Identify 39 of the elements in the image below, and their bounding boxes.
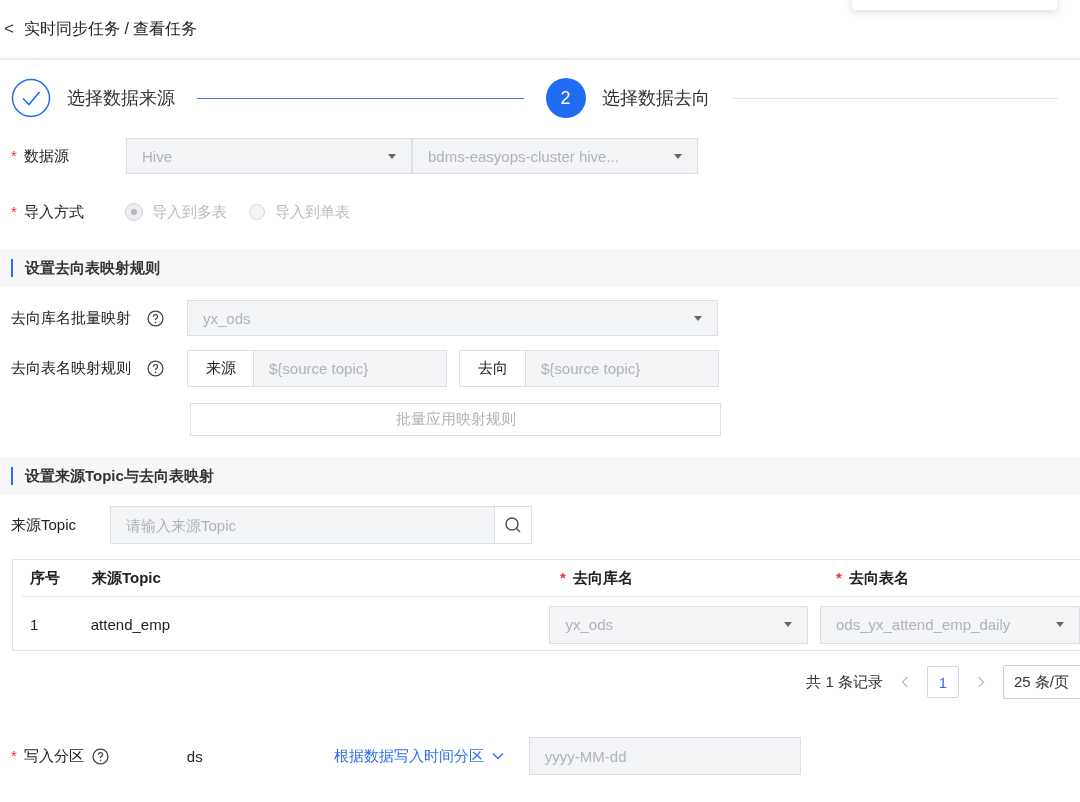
- help-icon: [91, 747, 109, 765]
- page-button[interactable]: 1: [926, 666, 959, 698]
- step-number: 2: [545, 78, 586, 118]
- database-select[interactable]: yx_ods: [549, 605, 809, 644]
- chevron-down-icon: [491, 752, 504, 760]
- total-count: 共 1 条记录: [806, 672, 883, 692]
- apply-rules-button[interactable]: 批量应用映射规则: [190, 402, 721, 436]
- page-size-select[interactable]: 25 条/页: [1002, 665, 1080, 699]
- partition-mode-dropdown[interactable]: 根据数据写入时间分区: [333, 746, 504, 766]
- field-label: 来源Topic: [10, 515, 78, 535]
- column-header: * 去向库名: [560, 568, 634, 588]
- field-label: 去向表名映射规则: [10, 358, 132, 378]
- chevron-right-icon: [976, 676, 985, 688]
- help-icon: [147, 309, 164, 327]
- step-label: 选择数据来源: [67, 87, 175, 110]
- column-header: 来源Topic: [92, 568, 162, 588]
- table-cell-text: 1: [29, 616, 40, 633]
- field-label: * 数据源: [10, 146, 70, 166]
- search-icon: [504, 516, 522, 534]
- field-label: * 导入方式: [10, 202, 85, 222]
- database-select[interactable]: yx_ods: [187, 300, 718, 336]
- column-header: * 去向表名: [836, 568, 910, 588]
- partition-field-name: ds: [186, 747, 204, 765]
- step-label: 选择数据去向: [601, 87, 710, 110]
- field-label: * 写入分区: [10, 746, 84, 766]
- table-cell-text: attend_emp: [90, 616, 171, 633]
- chevron-left-icon: [900, 676, 909, 688]
- breadcrumb: 实时同步任务 / 查看任务: [23, 18, 198, 39]
- column-header: 序号: [29, 568, 61, 588]
- search-button[interactable]: [495, 506, 532, 544]
- back-button[interactable]: <: [4, 19, 14, 39]
- section-title: 设置去向表映射规则: [25, 258, 160, 278]
- help-icon: [147, 359, 164, 377]
- date-field[interactable]: yyyy-MM-dd: [528, 737, 801, 775]
- search-field[interactable]: 请输入来源Topic: [110, 506, 495, 544]
- field-label: 去向库名批量映射: [10, 308, 132, 328]
- table-select[interactable]: ods_yx_attend_emp_daily: [820, 605, 1080, 644]
- check-circle-icon: [11, 78, 51, 118]
- section-title: 设置来源Topic与去向表映射: [25, 466, 214, 486]
